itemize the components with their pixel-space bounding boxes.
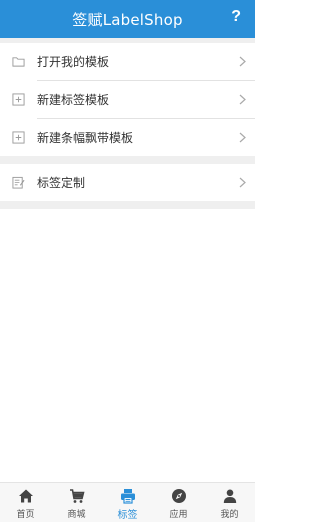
folder-icon bbox=[12, 57, 25, 67]
home-icon bbox=[18, 489, 33, 503]
edit-note-icon bbox=[12, 176, 25, 189]
menu-item-label-customization[interactable]: 标签定制 bbox=[0, 164, 255, 201]
section-spacer bbox=[0, 156, 255, 164]
cart-icon bbox=[69, 489, 85, 503]
tab-mine[interactable]: 我的 bbox=[204, 483, 255, 522]
menu-item-label: 打开我的模板 bbox=[37, 55, 110, 69]
compass-icon bbox=[171, 489, 186, 503]
menu-item-new-label-template[interactable]: 新建标签模板 bbox=[0, 81, 255, 118]
bottom-tab-bar: 首页 商城 标签 应用 我的 bbox=[0, 482, 255, 522]
tab-label: 首页 bbox=[16, 510, 35, 520]
chevron-right-icon bbox=[239, 177, 246, 188]
add-box-icon bbox=[12, 93, 25, 106]
chevron-right-icon bbox=[239, 94, 246, 105]
chevron-right-icon bbox=[239, 56, 246, 67]
tab-label: 标签 bbox=[117, 510, 138, 521]
chevron-right-icon bbox=[239, 132, 246, 143]
menu-item-label: 新建条幅飘带模板 bbox=[37, 131, 134, 145]
tab-label: 商城 bbox=[67, 510, 86, 520]
menu-item-new-banner-template[interactable]: 新建条幅飘带模板 bbox=[0, 119, 255, 156]
tab-label-active[interactable]: 标签 bbox=[102, 483, 153, 522]
app-title: 签赋LabelShop bbox=[72, 10, 183, 29]
user-icon bbox=[223, 489, 236, 503]
section-spacer bbox=[0, 201, 255, 209]
tab-label: 应用 bbox=[169, 510, 188, 520]
tab-label: 我的 bbox=[220, 510, 239, 520]
add-box-icon bbox=[12, 131, 25, 144]
menu-item-open-templates[interactable]: 打开我的模板 bbox=[0, 43, 255, 80]
tab-apps[interactable]: 应用 bbox=[153, 483, 204, 522]
menu-item-label: 标签定制 bbox=[37, 176, 86, 190]
tab-home[interactable]: 首页 bbox=[0, 483, 51, 522]
help-button[interactable]: ? bbox=[231, 8, 241, 26]
printer-icon bbox=[120, 489, 135, 504]
menu-item-label: 新建标签模板 bbox=[37, 93, 110, 107]
app-header: 签赋LabelShop ? bbox=[0, 0, 255, 38]
tab-mall[interactable]: 商城 bbox=[51, 483, 102, 522]
